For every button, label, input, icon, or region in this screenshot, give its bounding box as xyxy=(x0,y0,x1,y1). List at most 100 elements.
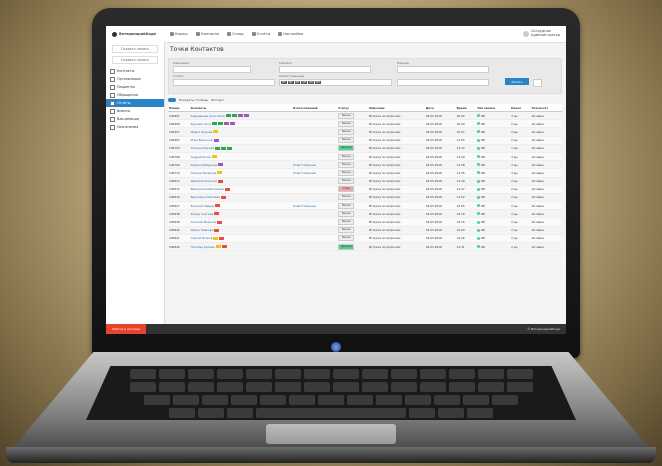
table-row[interactable]: 100841 Сергей Волков Звонок Встреча по вопр… xyxy=(168,234,562,244)
user-menu[interactable]: Сотрудник Администратор xyxy=(522,30,566,37)
cell-responsible[interactable]: Ответственный xyxy=(291,201,338,211)
cell-responsible[interactable] xyxy=(291,136,338,145)
cell-result-text: Активен xyxy=(531,244,544,249)
cell-contact[interactable]: Илья Бельский xyxy=(189,136,292,145)
table-row[interactable]: 100840 Ирина Павлова Звонок Встреча по вопр… xyxy=(168,226,562,235)
col-header[interactable]: Ответственный xyxy=(291,104,338,112)
cell-contact[interactable]: Сергей Волков xyxy=(189,234,292,244)
cell-contact[interactable]: Кудрявцева Анастасия xyxy=(189,111,292,121)
col-header[interactable]: Описание xyxy=(368,104,425,112)
tag-badge xyxy=(211,155,217,159)
cell-responsible[interactable] xyxy=(291,111,338,121)
cell-contact[interactable]: Наталья Орлова xyxy=(189,242,292,252)
table-row[interactable]: 100815 Валентина Максимова Отказ Встреча по… xyxy=(168,185,562,194)
col-header[interactable]: Канал xyxy=(510,104,531,112)
cell-responsible[interactable] xyxy=(291,226,338,235)
cell-responsible[interactable]: Ответственный xyxy=(291,160,338,170)
filter-input-3[interactable] xyxy=(173,79,275,86)
cell-contact[interactable]: Фёдор Сергеев xyxy=(189,209,292,219)
cell-contact[interactable]: Татьяна Кирова xyxy=(189,144,292,153)
table-row[interactable]: 100906 Буренин Олег Звонок Встреча по вопро… xyxy=(168,119,562,129)
tag[interactable]: MT xyxy=(315,81,321,84)
nav-item-4[interactable]: Настройки xyxy=(278,32,303,36)
tag-input[interactable]: MT MT MT MT MT MT xyxy=(279,79,392,86)
sidebar-item-0[interactable]: Контакты xyxy=(106,67,164,75)
table-row[interactable]: 100754 Татьяна Кирова Принята Встреча по во… xyxy=(168,144,562,153)
tag[interactable]: MT xyxy=(308,81,315,84)
nav-item-1[interactable]: Контакты xyxy=(196,32,219,36)
table-row[interactable]: 100814 Дмитрий Колосов Звонок Встреча по во… xyxy=(168,177,562,186)
filter-input-2[interactable] xyxy=(397,66,489,73)
table-row[interactable]: 100838 Фёдор Сергеев Звонок Встреча по вопр… xyxy=(168,209,562,219)
cell-contact[interactable]: Кирилл Бабушкин xyxy=(189,160,292,170)
cell-contact[interactable]: Вероника Соболева xyxy=(189,193,292,203)
table-row[interactable]: 100897 Кудрявцева Анастасия Звонок Встреча … xyxy=(168,111,562,121)
cell-contact[interactable]: Валентина Максимова xyxy=(189,185,292,194)
col-header[interactable]: Номер xyxy=(168,104,190,112)
settings-button[interactable] xyxy=(533,79,542,87)
create-button[interactable]: Создать запись xyxy=(112,45,158,53)
cell-responsible[interactable] xyxy=(291,209,338,219)
table-row[interactable]: 100770 Полина Захарова Ответственный Звонок… xyxy=(168,168,562,178)
nav-item-2[interactable]: Склад xyxy=(227,32,244,36)
export-link[interactable]: Экспорт xyxy=(211,98,224,102)
sidebar-item-6[interactable]: Вакцинации xyxy=(106,115,164,123)
col-header[interactable]: Время xyxy=(455,104,477,112)
tag[interactable]: MT xyxy=(301,81,308,84)
sidebar-item-7[interactable]: Назначения xyxy=(106,123,164,131)
cell-responsible[interactable] xyxy=(291,144,338,153)
col-header[interactable]: Дата xyxy=(424,104,456,112)
tag[interactable]: MT xyxy=(294,81,301,84)
table-row[interactable]: 100967 Илья Бельский Звонок Встреча по вопр… xyxy=(168,136,562,145)
sidebar-item-2[interactable]: Пациенты xyxy=(106,83,164,91)
cell-contact[interactable]: Полина Захарова xyxy=(189,168,292,178)
sidebar-item-1[interactable]: Организации xyxy=(106,75,164,83)
col-header[interactable]: Контакты xyxy=(189,104,292,112)
secondary-button[interactable]: Создать запись xyxy=(112,56,158,64)
cell-contact[interactable]: Буренин Олег xyxy=(189,119,292,129)
cell-responsible[interactable]: Ответственный xyxy=(291,168,338,178)
sidebar-item-4[interactable]: Отчёты xyxy=(106,99,164,107)
nav-item-3[interactable]: Отчёты xyxy=(251,32,270,36)
cell-responsible[interactable] xyxy=(291,234,338,244)
table-row[interactable]: 100957 Мария Жукова Звонок Встреча по вопро… xyxy=(168,127,562,137)
cell-contact[interactable]: Мария Жукова xyxy=(189,127,292,137)
col-header[interactable]: Тип звонка xyxy=(476,104,511,112)
cell-contact[interactable]: Андрей Русов xyxy=(189,152,292,162)
table-row[interactable]: 100816 Вероника Соболева Звонок Встреча по … xyxy=(168,193,562,203)
table-row[interactable]: 100839 Алексей Морозов Звонок Встреча по во… xyxy=(168,217,562,227)
table-row[interactable]: 100827 Евгений Лавров Ответственный Звонок В… xyxy=(168,201,562,211)
filter-input-0[interactable] xyxy=(173,66,251,73)
cell-contact[interactable]: Алексей Морозов xyxy=(189,217,292,227)
col-header[interactable]: Результат xyxy=(530,104,562,112)
checkbox-icon xyxy=(110,76,115,82)
table-row[interactable]: 100769 Кирилл Бабушкин Ответственный Звонок… xyxy=(168,160,562,170)
table-row[interactable]: 100842 Наталья Орлова Принята Встреча по во… xyxy=(168,242,562,252)
cell-responsible[interactable] xyxy=(291,193,338,203)
tag[interactable]: MT xyxy=(281,81,287,84)
tag[interactable]: MT xyxy=(287,81,294,84)
sidebar-item-5[interactable]: Визиты xyxy=(106,107,164,115)
cell-contact[interactable]: Дмитрий Колосов xyxy=(189,177,292,186)
table-row[interactable]: 100768 Андрей Русов Звонок Встреча по вопро… xyxy=(168,152,562,162)
cell-date-text: 04.05.2018 xyxy=(425,129,442,134)
cell-responsible[interactable] xyxy=(291,217,338,227)
brand[interactable]: ВетеринарийКоде xyxy=(106,31,170,37)
footer-tab[interactable]: Работа в системе xyxy=(106,324,146,334)
filter-input-4[interactable] xyxy=(397,79,489,86)
cell-responsible[interactable] xyxy=(291,119,338,129)
columns-toggle[interactable] xyxy=(168,98,176,102)
cell-responsible[interactable] xyxy=(291,127,338,137)
search-button[interactable]: Искать xyxy=(505,78,529,85)
col-header[interactable]: Статус xyxy=(337,104,368,112)
sidebar-item-3[interactable]: Обращения xyxy=(106,91,164,99)
nav-item-0[interactable]: Корпус xyxy=(170,32,188,36)
filter-input-1[interactable] xyxy=(279,66,371,73)
cell-date-text: 04.05.2018 xyxy=(425,146,442,151)
cell-contact[interactable]: Евгений Лавров xyxy=(189,201,292,211)
cell-responsible[interactable] xyxy=(291,152,338,162)
cell-responsible[interactable] xyxy=(291,185,338,194)
cell-contact[interactable]: Ирина Павлова xyxy=(189,226,292,235)
cell-responsible[interactable] xyxy=(291,177,338,186)
cell-responsible[interactable] xyxy=(291,242,338,252)
